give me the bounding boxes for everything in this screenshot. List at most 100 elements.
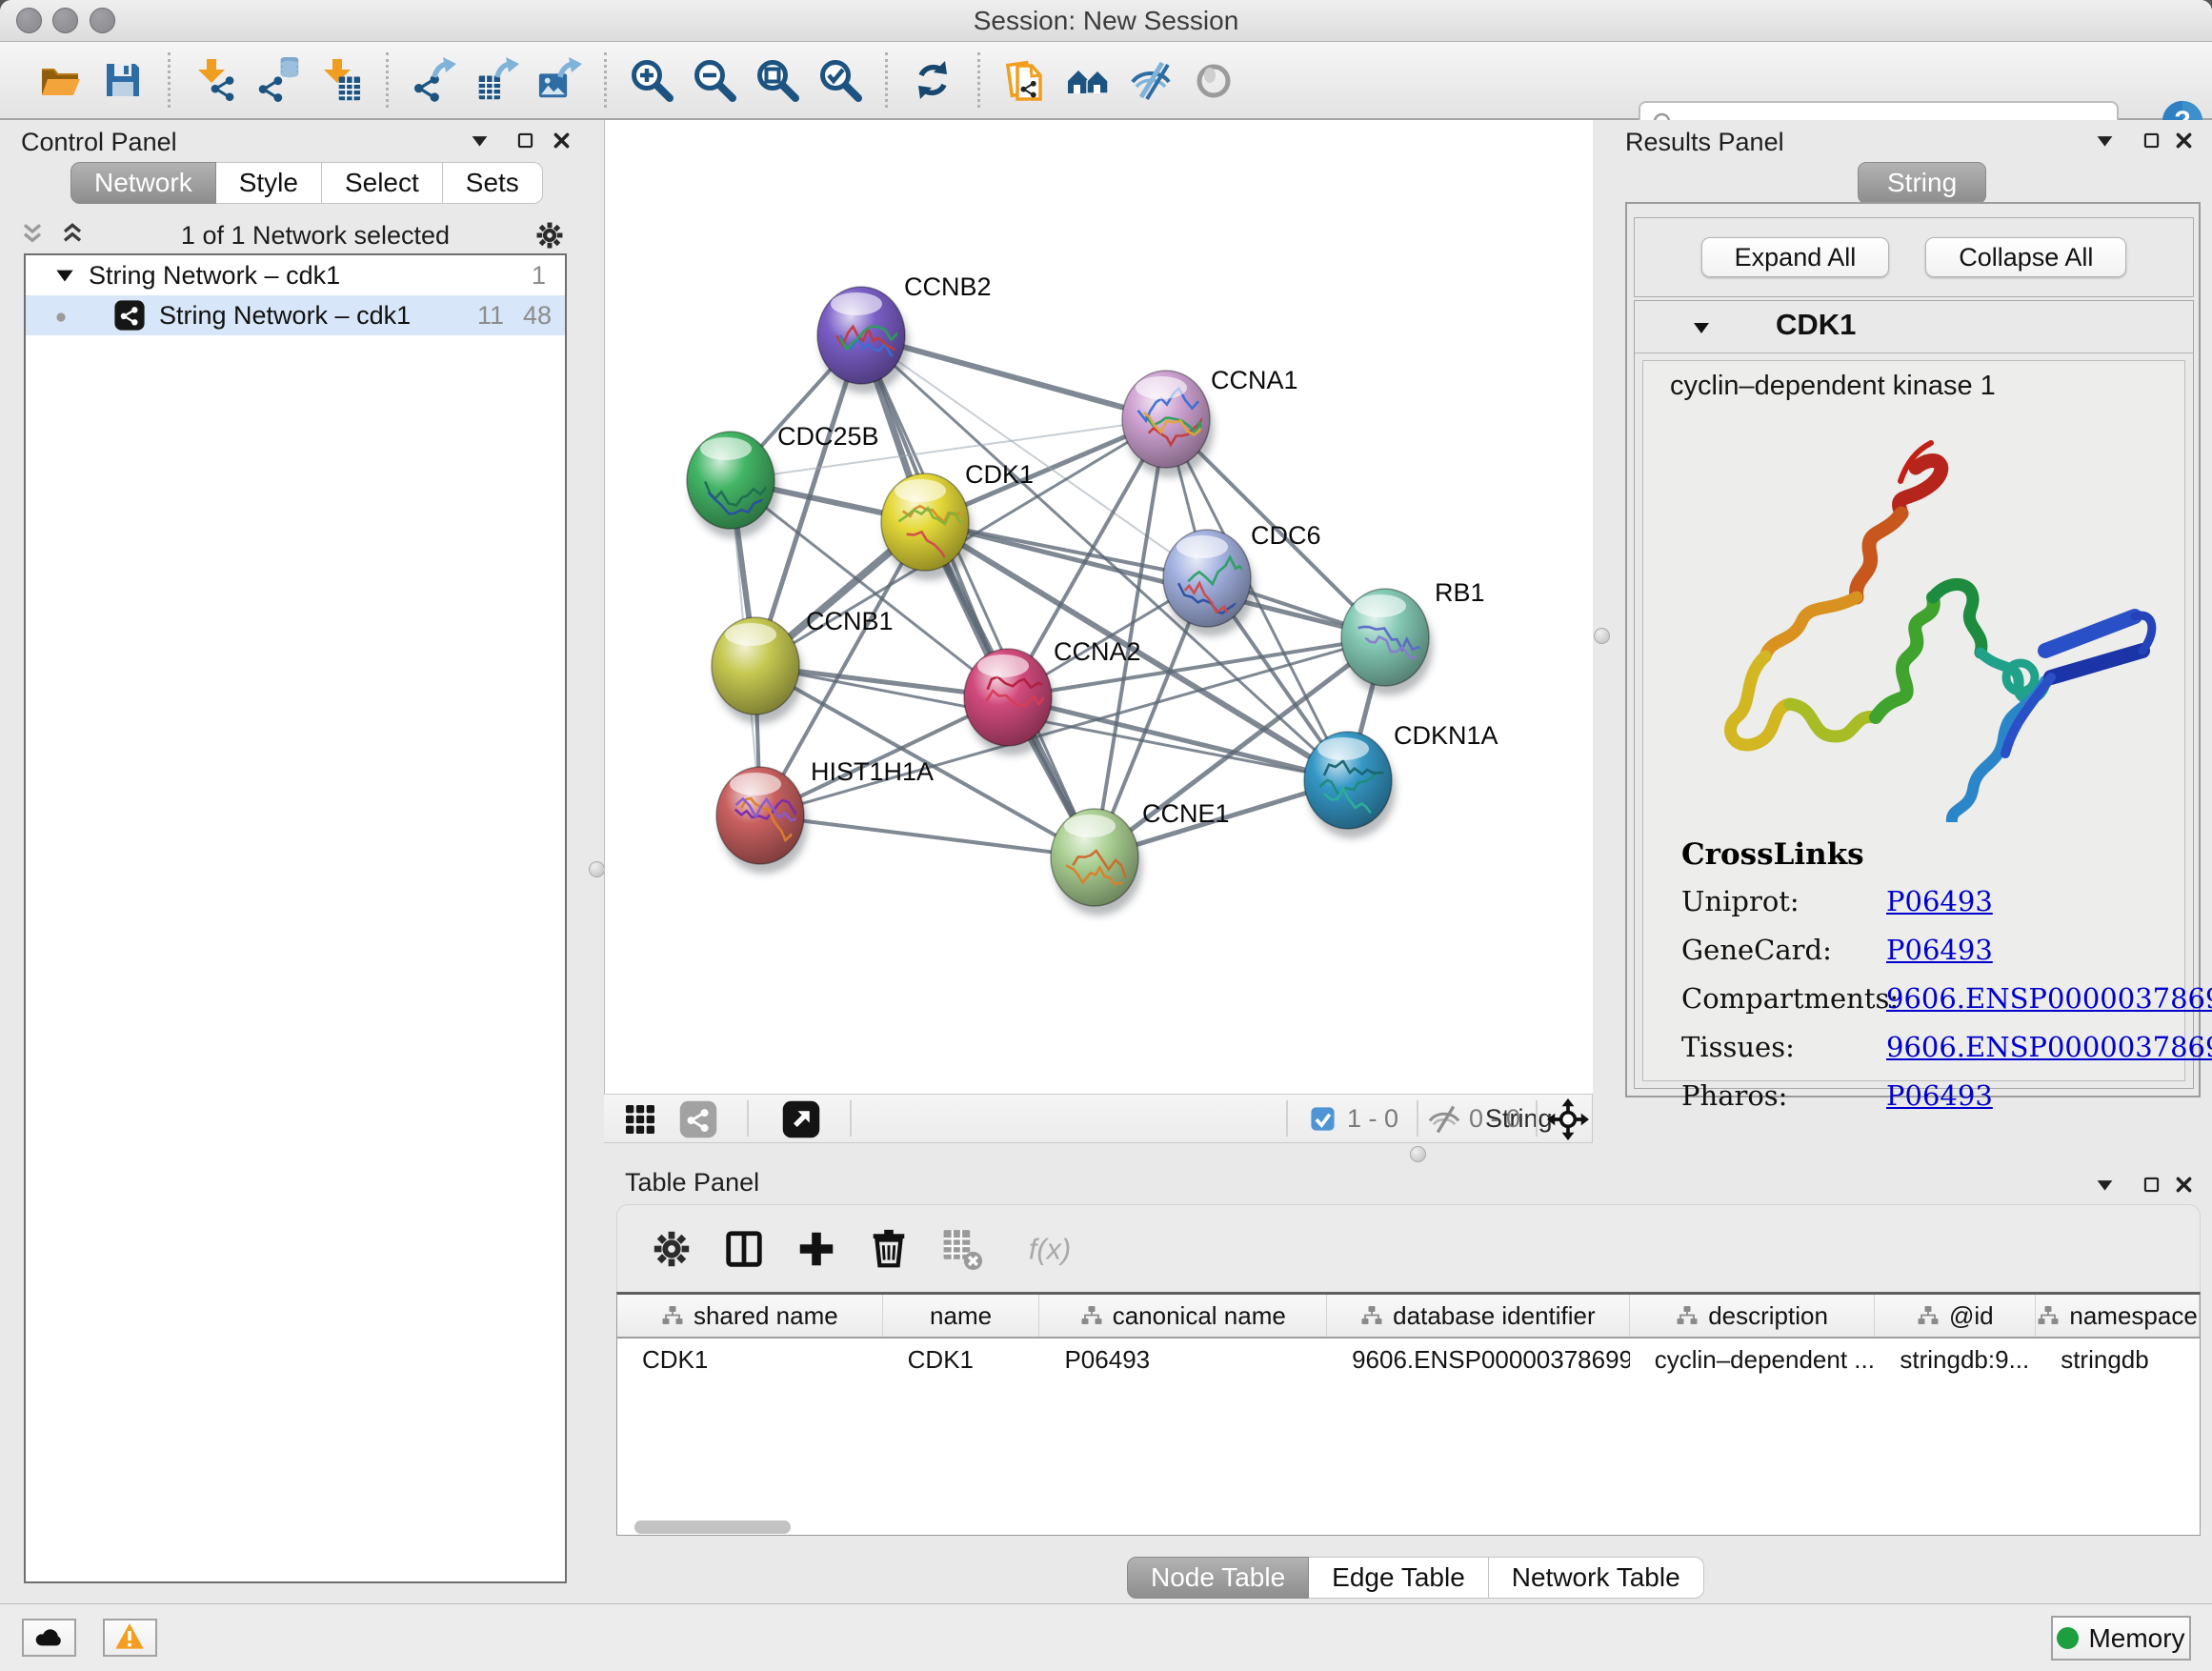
string-view-icon[interactable] (678, 1099, 718, 1139)
columns-button[interactable] (722, 1227, 766, 1271)
import-network-file-button[interactable] (191, 53, 239, 107)
tree-row-label: String Network – cdk1 (159, 301, 411, 331)
selected-nodes-checkbox[interactable] (1309, 1105, 1337, 1133)
tab-node-table[interactable]: Node Table (1127, 1557, 1309, 1599)
table-delete-button[interactable] (939, 1227, 983, 1271)
control-panel-tabs: NetworkStyleSelectSets (70, 162, 543, 204)
import-table-file-button[interactable] (317, 53, 365, 107)
network-node-CDKN1A[interactable] (1304, 732, 1396, 838)
save-session-button[interactable] (99, 53, 147, 107)
control-panel-close-button[interactable] (545, 120, 577, 160)
hide-selected-button[interactable] (1127, 53, 1175, 107)
network-node-CCNA2[interactable] (964, 649, 1057, 755)
table-panel-float-button[interactable] (2135, 1164, 2167, 1204)
tab-select[interactable]: Select (322, 162, 443, 204)
tree-row-label: String Network – cdk1 (89, 261, 340, 291)
warnings-button[interactable] (103, 1619, 157, 1657)
crosslink-link[interactable]: P06493 (1886, 885, 1993, 917)
gear-dark-button[interactable] (650, 1227, 694, 1271)
tab-style[interactable]: Style (216, 162, 322, 204)
network-node-CDC25B[interactable] (687, 432, 785, 538)
pan-move-icon[interactable] (1547, 1098, 1589, 1140)
table-panel-menu-button[interactable] (2088, 1164, 2121, 1204)
network-edge[interactable] (760, 815, 1095, 857)
collapse-all-button[interactable]: Collapse All (1925, 237, 2126, 277)
column-header-name[interactable]: name (883, 1295, 1040, 1337)
network-options-gear-icon[interactable] (533, 219, 566, 252)
network-canvas[interactable]: CCNB2CCNA1CDC25BCDK1CDC6RB1CCNB1CCNA2CDK… (604, 120, 1595, 1094)
table-panel-close-button[interactable] (2167, 1164, 2200, 1204)
expand-all-button[interactable]: Expand All (1701, 237, 1890, 277)
column-header-shared-name[interactable]: shared name (617, 1295, 883, 1337)
tab-string[interactable]: String (1858, 162, 1986, 204)
export-network-button[interactable] (410, 53, 457, 107)
network-node-CDC6[interactable] (1163, 530, 1255, 636)
tab-network-table[interactable]: Network Table (1489, 1557, 1704, 1599)
network-node-CDK1[interactable] (881, 473, 975, 588)
refresh-view-button[interactable] (909, 53, 956, 107)
horizontal-splitter-handle[interactable] (1410, 1146, 1426, 1162)
import-network-database-button[interactable] (254, 53, 302, 107)
crosslink-link[interactable]: P06493 (1886, 934, 1993, 966)
network-tree-row[interactable]: String Network – cdk1 11 48 (26, 295, 565, 335)
column-header-description[interactable]: description (1630, 1295, 1876, 1337)
network-node-CCNB2[interactable] (817, 287, 909, 393)
zoom-fit-button[interactable] (754, 53, 801, 107)
network-node-RB1[interactable] (1341, 589, 1433, 695)
left-splitter[interactable] (589, 120, 604, 1603)
left-splitter-handle[interactable] (589, 861, 605, 877)
zoom-in-button[interactable] (628, 53, 675, 107)
collapse-all-networks-icon[interactable] (17, 220, 48, 251)
right-splitter[interactable] (1593, 120, 1610, 1164)
export-table-button[interactable] (473, 53, 520, 107)
tab-edge-table[interactable]: Edge Table (1309, 1557, 1489, 1599)
network-graph[interactable]: CCNB2CCNA1CDC25BCDK1CDC6RB1CCNB1CCNA2CDK… (605, 120, 1592, 1094)
show-all-button[interactable] (1190, 53, 1237, 107)
network-node-CCNE1[interactable] (1051, 809, 1142, 916)
cloud-status-button[interactable] (22, 1619, 76, 1657)
fx-button[interactable]: f(x) (1012, 1227, 1086, 1271)
crosslink-row: Uniprot: P06493 (1681, 885, 2212, 917)
results-panel-close-button[interactable] (2167, 120, 2200, 160)
zoom-selected-button[interactable] (816, 53, 864, 107)
open-file-button[interactable] (36, 53, 84, 107)
birds-eye-view-icon[interactable] (781, 1099, 821, 1139)
network-tree-row[interactable]: String Network – cdk1 1 (26, 255, 565, 295)
node-label-CCNB1: CCNB1 (806, 607, 894, 635)
crosslink-link[interactable]: 9606.ENSP00000378699 (1886, 982, 2212, 1015)
crosslink-link[interactable]: P06493 (1886, 1079, 1993, 1112)
grid-view-icon[interactable] (621, 1100, 659, 1138)
collapse-triangle-icon[interactable] (1690, 316, 1713, 339)
table-row[interactable]: CDK1CDK1P064939606.ENSP00000378699cyclin… (617, 1339, 2200, 1380)
plus-button[interactable] (794, 1227, 838, 1271)
results-panel-float-button[interactable] (2135, 120, 2167, 160)
network-node-HIST1H1A[interactable] (716, 767, 808, 874)
results-panel-menu-button[interactable] (2088, 120, 2121, 160)
column-header-database-identifier[interactable]: database identifier (1327, 1295, 1630, 1337)
export-image-button[interactable] (535, 53, 583, 107)
crosslink-link[interactable]: 9606.ENSP00000378699 (1886, 1031, 2212, 1063)
right-splitter-handle[interactable] (1594, 628, 1610, 644)
table-horizontal-scrollbar[interactable] (634, 1520, 791, 1534)
results-panel-title: Results Panel (1625, 128, 1784, 157)
share-document-button[interactable] (1001, 53, 1049, 107)
node-label-CDK1: CDK1 (965, 460, 1034, 489)
node-label-CCNA2: CCNA2 (1054, 637, 1141, 666)
trash-button[interactable] (867, 1227, 911, 1271)
gene-section-header[interactable]: CDK1 (1635, 301, 2193, 353)
column-header-namespace[interactable]: namespace (2036, 1295, 2200, 1337)
tree-disclosure-icon[interactable] (52, 263, 77, 288)
control-panel-menu-button[interactable] (463, 120, 495, 160)
zoom-out-button[interactable] (691, 53, 738, 107)
column-header-canonical-name[interactable]: canonical name (1039, 1295, 1327, 1337)
expand-all-networks-icon[interactable] (57, 220, 88, 251)
network-node-CCNA1[interactable] (1122, 371, 1214, 477)
control-panel-float-button[interactable] (509, 120, 541, 160)
tab-network[interactable]: Network (70, 162, 216, 204)
gene-description: cyclin–dependent kinase 1 (1670, 371, 1996, 402)
hidden-eye-icon[interactable] (1427, 1102, 1461, 1137)
tab-sets[interactable]: Sets (443, 162, 543, 204)
home-network-button[interactable] (1064, 53, 1112, 107)
memory-button[interactable]: Memory (2051, 1616, 2191, 1661)
column-header-@id[interactable]: @id (1875, 1295, 2036, 1337)
